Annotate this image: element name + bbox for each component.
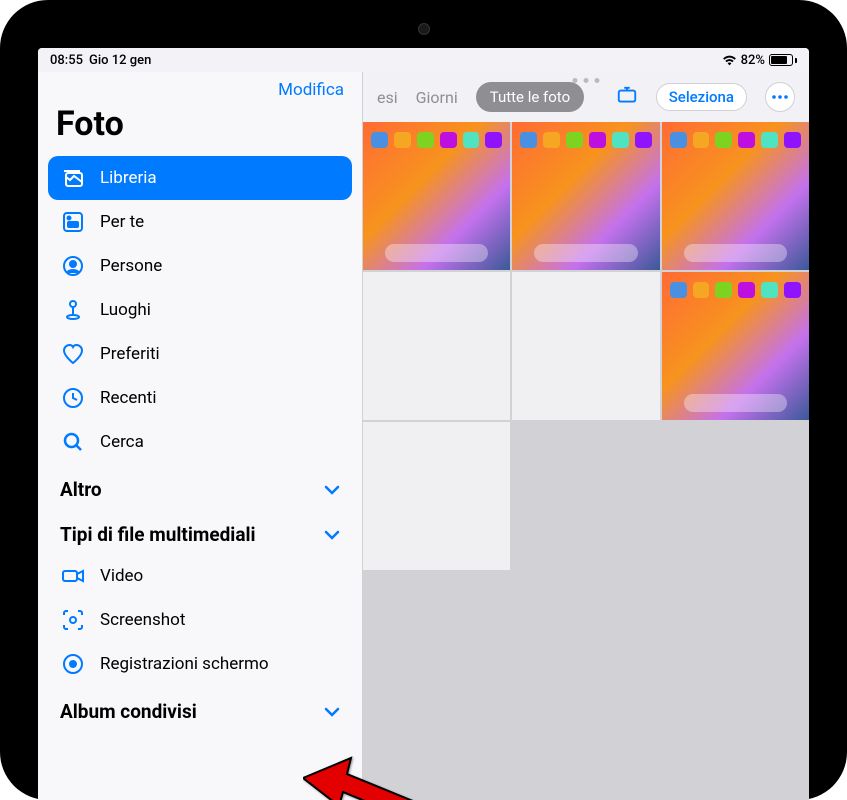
sidebar-item-search[interactable]: Cerca [48, 420, 352, 464]
tab-days[interactable]: Giorni [416, 88, 458, 107]
sidebar-item-recents[interactable]: Recenti [48, 376, 352, 420]
section-label: Tipi di file multimediali [60, 523, 256, 546]
foryou-icon [60, 209, 86, 235]
sidebar-item-screenshot[interactable]: Screenshot [48, 598, 352, 642]
app-title: Foto [38, 100, 362, 156]
sidebar-item-screenrecording[interactable]: Registrazioni schermo [48, 642, 352, 686]
status-time: 08:55 [50, 53, 83, 68]
record-icon [60, 651, 86, 677]
photo-thumbnail[interactable] [512, 272, 659, 420]
section-label: Album condivisi [60, 700, 197, 723]
airplay-icon[interactable] [616, 86, 638, 108]
sidebar-item-foryou[interactable]: Per te [48, 200, 352, 244]
clock-icon [60, 385, 86, 411]
multitask-grabber[interactable] [573, 78, 600, 83]
view-segmented-control[interactable]: esi Giorni Tutte le foto [377, 82, 584, 112]
battery-icon [769, 54, 797, 66]
tab-months[interactable]: esi [377, 88, 398, 107]
sidebar-item-label: Libreria [100, 168, 157, 188]
screenshot-icon [60, 607, 86, 633]
wifi-icon [722, 55, 737, 66]
photo-thumbnail[interactable] [662, 122, 809, 270]
front-camera [418, 23, 430, 35]
photo-thumbnail[interactable] [363, 122, 510, 270]
battery-percent: 82% [741, 53, 765, 68]
chevron-down-icon [324, 485, 340, 495]
sidebar-item-label: Registrazioni schermo [100, 654, 269, 674]
sidebar-item-places[interactable]: Luoghi [48, 288, 352, 332]
chevron-down-icon [324, 707, 340, 717]
sidebar-item-video[interactable]: Video [48, 554, 352, 598]
sidebar-item-favorites[interactable]: Preferiti [48, 332, 352, 376]
sidebar-item-label: Persone [100, 256, 162, 276]
sidebar-item-label: Per te [100, 212, 144, 232]
section-label: Altro [60, 478, 102, 501]
status-date: Gio 12 gen [89, 53, 151, 68]
places-icon [60, 297, 86, 323]
sidebar-section-shared[interactable]: Album condivisi [48, 686, 352, 731]
select-button[interactable]: Seleziona [656, 83, 747, 111]
photo-thumbnail[interactable] [512, 422, 659, 570]
sidebar-item-library[interactable]: Libreria [48, 156, 352, 200]
sidebar: Modifica Foto Libreria Per te [38, 72, 363, 800]
photo-grid-area: esi Giorni Tutte le foto Seleziona [363, 72, 809, 800]
sidebar-item-label: Video [100, 566, 143, 586]
library-icon [60, 165, 86, 191]
chevron-down-icon [324, 530, 340, 540]
heart-icon [60, 341, 86, 367]
sidebar-item-people[interactable]: Persone [48, 244, 352, 288]
photo-thumbnail[interactable] [363, 272, 510, 420]
photo-grid[interactable] [363, 122, 809, 800]
sidebar-item-label: Luoghi [100, 300, 151, 320]
photo-thumbnail[interactable] [512, 122, 659, 270]
sidebar-item-label: Preferiti [100, 344, 160, 364]
status-bar: 08:55 Gio 12 gen 82% [38, 48, 809, 72]
more-button[interactable] [765, 82, 795, 112]
sidebar-item-label: Screenshot [100, 610, 185, 630]
photo-thumbnail[interactable] [662, 272, 809, 420]
video-icon [60, 563, 86, 589]
sidebar-section-mediatypes[interactable]: Tipi di file multimediali [48, 509, 352, 554]
sidebar-item-label: Cerca [100, 432, 144, 452]
photo-thumbnail[interactable] [662, 422, 809, 570]
tab-all-photos[interactable]: Tutte le foto [476, 82, 584, 112]
sidebar-item-label: Recenti [100, 388, 157, 408]
people-icon [60, 253, 86, 279]
sidebar-section-other[interactable]: Altro [48, 464, 352, 509]
search-icon [60, 429, 86, 455]
photo-thumbnail[interactable] [363, 422, 510, 570]
edit-button[interactable]: Modifica [278, 80, 344, 100]
